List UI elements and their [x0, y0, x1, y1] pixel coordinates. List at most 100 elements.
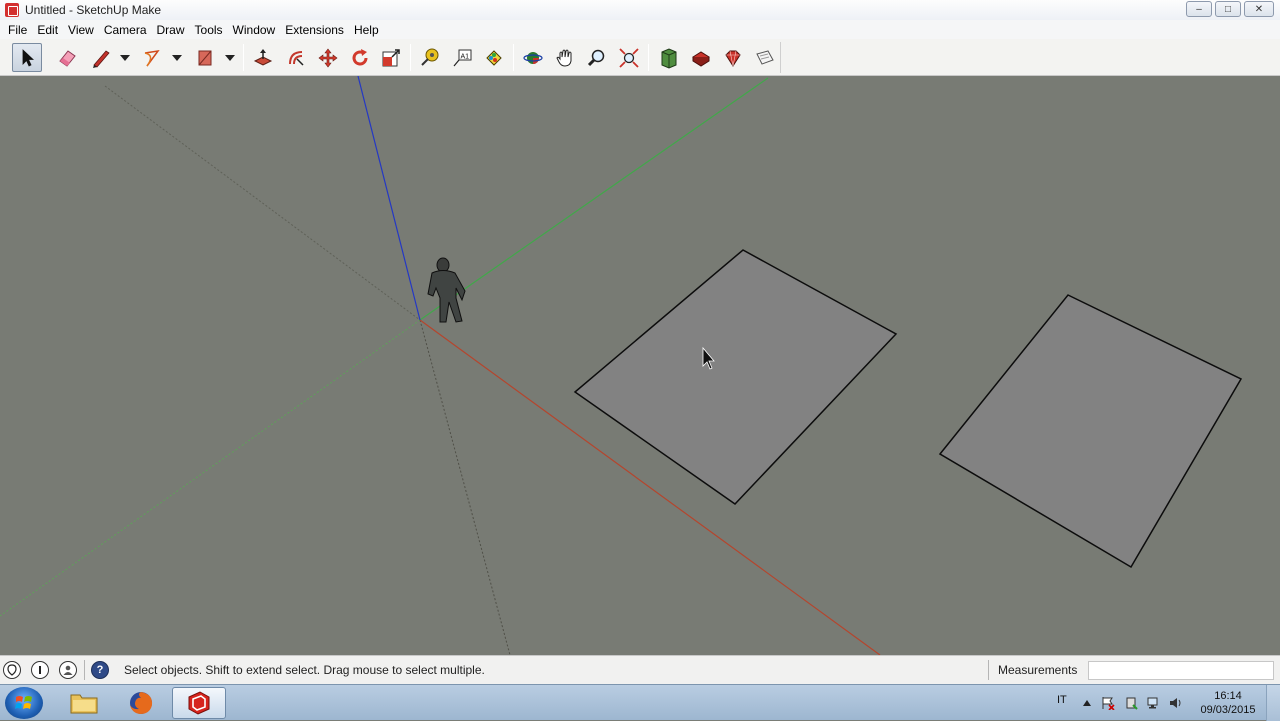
paint-bucket-tool-button[interactable] — [479, 43, 509, 72]
scale-icon — [382, 48, 400, 66]
window-title: Untitled - SketchUp Make — [25, 3, 162, 17]
offset-tool-button[interactable] — [281, 43, 311, 72]
move-tool-button[interactable] — [313, 43, 343, 72]
menu-view[interactable]: View — [63, 23, 99, 37]
volume-speaker-icon[interactable] — [1169, 696, 1183, 710]
tape-measure-icon — [421, 48, 439, 66]
toolbar-separator — [243, 44, 244, 71]
arc-icon — [144, 49, 160, 66]
zoom-tool-button[interactable] — [582, 43, 612, 72]
eraser-icon — [59, 49, 76, 67]
credits-info-icon[interactable] — [31, 661, 49, 679]
system-clock[interactable]: 16:14 09/03/2015 — [1196, 689, 1260, 717]
folder-icon — [70, 694, 98, 714]
arc-dropdown-chevron-down-icon[interactable] — [170, 43, 184, 72]
title-bar: Untitled - SketchUp Make – □ ✕ — [0, 0, 1280, 20]
menu-help[interactable]: Help — [349, 23, 384, 37]
clock-date: 09/03/2015 — [1200, 704, 1256, 716]
rectangle-face-2[interactable] — [938, 294, 1243, 569]
shapes-tool-button[interactable] — [190, 43, 220, 72]
toolbar-end-divider — [780, 42, 781, 73]
magnifier-icon — [587, 49, 605, 66]
ruby-gem-icon — [725, 50, 741, 67]
action-center-flag-icon[interactable] — [1101, 696, 1115, 710]
svg-text:A1: A1 — [461, 53, 470, 60]
status-divider — [84, 660, 85, 680]
menu-draw[interactable]: Draw — [152, 23, 190, 37]
help-question-icon[interactable]: ? — [91, 661, 109, 679]
layout-tool-button[interactable] — [750, 43, 780, 72]
measurements-input[interactable] — [1088, 661, 1274, 680]
close-button[interactable]: ✕ — [1244, 1, 1274, 17]
main-toolbar: A1 — [0, 39, 1280, 76]
3d-warehouse-tool-button[interactable] — [654, 43, 684, 72]
rotate-icon — [352, 48, 368, 65]
zoom-extents-icon — [619, 47, 639, 68]
taskbar-sketchup[interactable] — [172, 687, 226, 719]
geo-location-icon[interactable] — [3, 661, 21, 679]
extension-warehouse-icon — [692, 50, 710, 67]
tray-expand-chevron-up-icon[interactable] — [1080, 696, 1094, 710]
pan-tool-button[interactable] — [550, 43, 580, 72]
zoom-extents-tool-button[interactable] — [614, 43, 644, 72]
show-desktop-button[interactable] — [1266, 685, 1280, 721]
layout-page-icon — [756, 49, 774, 65]
line-dropdown-chevron-down-icon[interactable] — [118, 43, 132, 72]
green-axis-hidden — [0, 319, 421, 617]
blue-axis — [357, 76, 421, 321]
select-tool-button[interactable] — [12, 43, 42, 72]
shapes-dropdown-chevron-down-icon[interactable] — [223, 43, 237, 72]
taskbar-firefox[interactable] — [114, 687, 168, 719]
menu-extensions[interactable]: Extensions — [280, 23, 349, 37]
orbit-tool-button[interactable] — [518, 43, 548, 72]
move-icon — [318, 48, 338, 67]
scale-figure-person[interactable] — [427, 257, 466, 323]
drawing-viewport[interactable] — [0, 76, 1280, 655]
menu-tools[interactable]: Tools — [190, 23, 228, 37]
clock-time: 16:14 — [1214, 690, 1242, 702]
language-indicator[interactable]: IT — [1057, 694, 1067, 706]
taskbar-file-explorer[interactable] — [57, 687, 111, 719]
push-pull-icon — [253, 48, 273, 66]
rectangle-icon — [198, 50, 212, 65]
menu-bar: File Edit View Camera Draw Tools Window … — [0, 20, 1280, 39]
maximize-button[interactable]: □ — [1215, 1, 1241, 17]
blue-axis-hidden — [419, 319, 511, 655]
user-account-icon[interactable] — [59, 661, 77, 679]
status-divider — [988, 660, 989, 680]
network-icon[interactable] — [1147, 696, 1161, 710]
hand-pan-icon — [556, 49, 572, 67]
sketchup-ruby-tool-button[interactable] — [718, 43, 748, 72]
safely-remove-hardware-icon[interactable] — [1124, 696, 1138, 710]
status-bar: ? Select objects. Shift to extend select… — [0, 655, 1280, 684]
rotate-tool-button[interactable] — [345, 43, 375, 72]
extension-warehouse-tool-button[interactable] — [686, 43, 716, 72]
red-axis-hidden — [104, 85, 421, 321]
measurements-label: Measurements — [998, 663, 1078, 677]
tape-measure-tool-button[interactable] — [415, 43, 445, 72]
menu-camera[interactable]: Camera — [99, 23, 152, 37]
eraser-tool-button[interactable] — [52, 43, 82, 72]
rectangle-face-1[interactable] — [573, 249, 898, 505]
menu-file[interactable]: File — [3, 23, 32, 37]
arc-tool-button[interactable] — [137, 43, 167, 72]
sketchup-app-icon[interactable] — [5, 3, 19, 17]
minimize-button[interactable]: – — [1186, 1, 1212, 17]
warehouse-icon — [661, 47, 677, 69]
scale-tool-button[interactable] — [376, 43, 406, 72]
toolbar-separator — [513, 44, 514, 71]
push-pull-tool-button[interactable] — [248, 43, 278, 72]
text-tool-button[interactable]: A1 — [447, 43, 477, 72]
window-controls: – □ ✕ — [1186, 1, 1274, 17]
menu-window[interactable]: Window — [228, 23, 281, 37]
toolbar-separator — [648, 44, 649, 71]
firefox-icon — [130, 692, 153, 714]
toolbar-separator — [410, 44, 411, 71]
line-tool-button[interactable] — [86, 43, 116, 72]
start-button[interactable] — [5, 687, 43, 719]
pencil-icon — [93, 49, 110, 68]
menu-edit[interactable]: Edit — [32, 23, 63, 37]
arrow-cursor-icon — [22, 48, 35, 67]
model-canvas[interactable] — [0, 76, 1280, 655]
sketchup-icon — [188, 691, 210, 715]
